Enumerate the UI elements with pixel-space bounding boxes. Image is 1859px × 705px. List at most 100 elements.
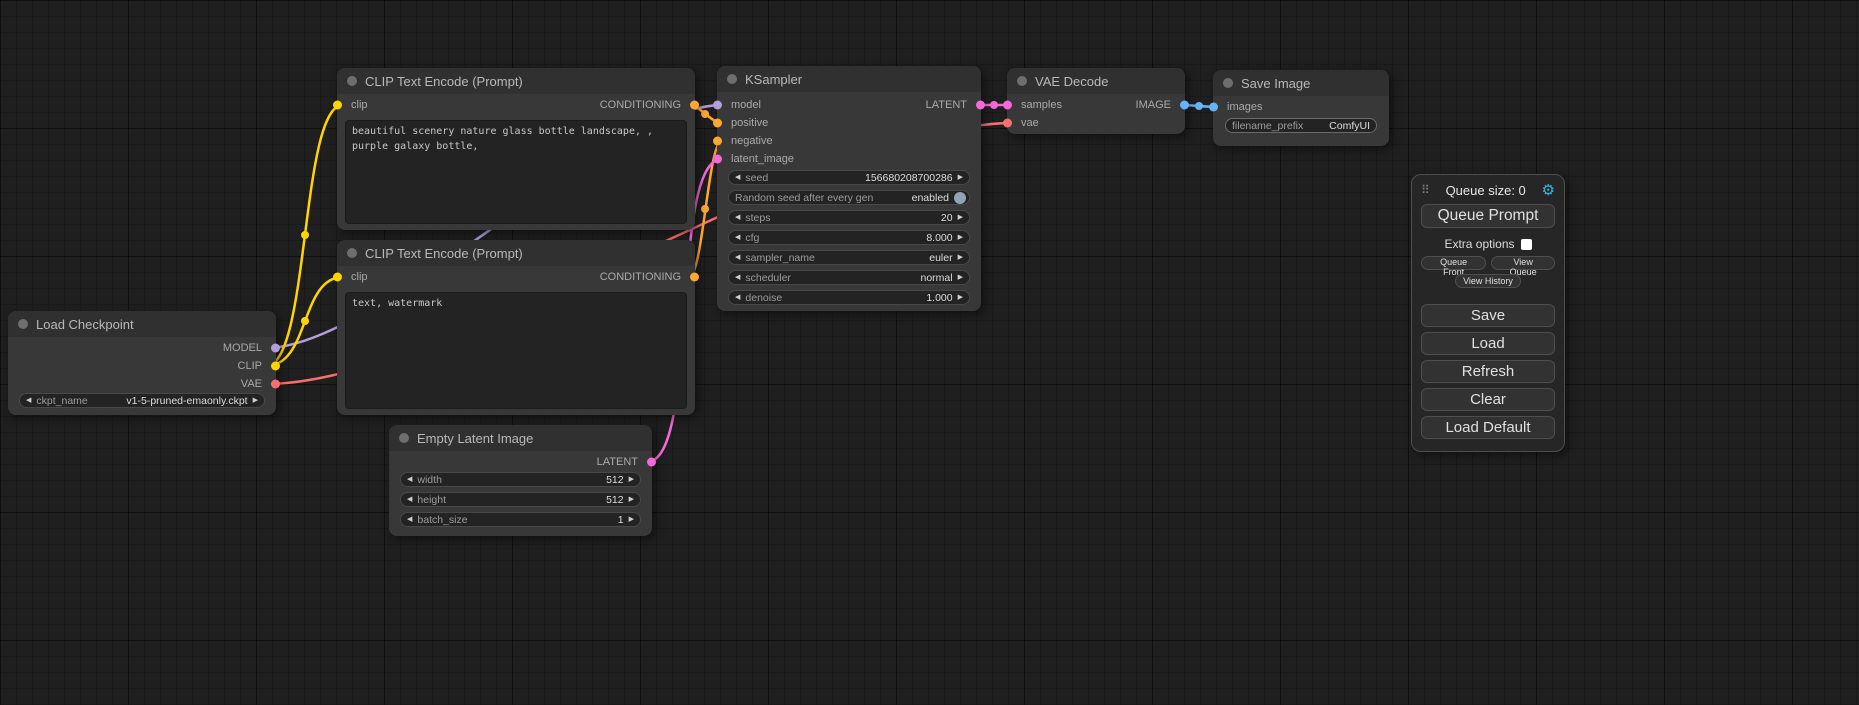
node-title-bar[interactable]: VAE Decode — [1007, 68, 1185, 94]
slot-label-clip: clip — [351, 99, 368, 111]
decrement-icon[interactable]: ◀ — [407, 476, 412, 483]
increment-icon[interactable]: ▶ — [253, 397, 258, 404]
widget-value: 156680208700286 — [865, 172, 953, 184]
collapse-dot-icon[interactable] — [347, 248, 357, 258]
settings-gear-icon[interactable]: ⚙ — [1542, 183, 1555, 198]
latent-output-socket[interactable] — [647, 458, 656, 467]
node-save-image[interactable]: Save Image images filename_prefix ComfyU… — [1213, 70, 1389, 146]
widget-label: batch_size — [417, 514, 467, 526]
decrement-icon[interactable]: ◀ — [735, 254, 740, 261]
conditioning-output-socket[interactable] — [690, 273, 699, 282]
increment-icon[interactable]: ▶ — [629, 516, 634, 523]
vae-output-socket[interactable] — [271, 380, 280, 389]
node-graph-canvas[interactable]: Load Checkpoint MODEL CLIP VAE ◀ ckpt_na… — [0, 0, 1859, 705]
collapse-dot-icon[interactable] — [1223, 78, 1233, 88]
widget-sampler-name[interactable]: ◀ sampler_name euler ▶ — [728, 250, 970, 265]
increment-icon[interactable]: ▶ — [629, 476, 634, 483]
clip-input-socket[interactable] — [333, 101, 342, 110]
increment-icon[interactable]: ▶ — [958, 294, 963, 301]
negative-input-socket[interactable] — [713, 137, 722, 146]
model-output-socket[interactable] — [271, 344, 280, 353]
node-title-bar[interactable]: Save Image — [1213, 70, 1389, 96]
widget-width[interactable]: ◀ width 512 ▶ — [400, 472, 641, 487]
node-clip-text-encode-positive[interactable]: CLIP Text Encode (Prompt) clip CONDITION… — [337, 68, 695, 230]
increment-icon[interactable]: ▶ — [958, 234, 963, 241]
node-title-bar[interactable]: CLIP Text Encode (Prompt) — [337, 240, 695, 266]
widget-value: enabled — [912, 192, 949, 204]
latent-output-socket[interactable] — [976, 101, 985, 110]
widget-filename-prefix[interactable]: filename_prefix ComfyUI — [1225, 118, 1377, 133]
clip-output-socket[interactable] — [271, 362, 280, 371]
increment-icon[interactable]: ▶ — [958, 214, 963, 221]
extra-options-checkbox[interactable] — [1521, 239, 1532, 250]
decrement-icon[interactable]: ◀ — [735, 294, 740, 301]
output-slot-latent: LATENT — [389, 453, 652, 471]
widget-denoise[interactable]: ◀ denoise 1.000 ▶ — [728, 290, 970, 305]
drag-handle-icon[interactable]: ⠿ — [1421, 183, 1430, 197]
decrement-icon[interactable]: ◀ — [735, 274, 740, 281]
decrement-icon[interactable]: ◀ — [735, 214, 740, 221]
latent-image-input-socket[interactable] — [713, 155, 722, 164]
clip-input-socket[interactable] — [333, 273, 342, 282]
collapse-dot-icon[interactable] — [399, 433, 409, 443]
decrement-icon[interactable]: ◀ — [407, 516, 412, 523]
refresh-button[interactable]: Refresh — [1421, 360, 1555, 383]
node-title-bar[interactable]: CLIP Text Encode (Prompt) — [337, 68, 695, 94]
samples-input-socket[interactable] — [1003, 101, 1012, 110]
node-ksampler[interactable]: KSampler model LATENT positive negative … — [717, 66, 981, 311]
load-button[interactable]: Load — [1421, 332, 1555, 355]
node-load-checkpoint[interactable]: Load Checkpoint MODEL CLIP VAE ◀ ckpt_na… — [8, 311, 276, 415]
collapse-dot-icon[interactable] — [18, 319, 28, 329]
node-title-bar[interactable]: Empty Latent Image — [389, 425, 652, 451]
widget-steps[interactable]: ◀ steps 20 ▶ — [728, 210, 970, 225]
node-vae-decode[interactable]: VAE Decode samples IMAGE vae — [1007, 68, 1185, 134]
negative-prompt-textarea[interactable]: text, watermark — [345, 292, 687, 409]
increment-icon[interactable]: ▶ — [958, 254, 963, 261]
image-output-socket[interactable] — [1180, 101, 1189, 110]
node-title-bar[interactable]: Load Checkpoint — [8, 311, 276, 337]
images-input-socket[interactable] — [1209, 103, 1218, 112]
output-slot-model: MODEL — [8, 339, 276, 357]
vae-input-socket[interactable] — [1003, 119, 1012, 128]
load-default-button[interactable]: Load Default — [1421, 416, 1555, 439]
collapse-dot-icon[interactable] — [347, 76, 357, 86]
widget-label: ckpt_name — [36, 395, 87, 407]
widget-cfg[interactable]: ◀ cfg 8.000 ▶ — [728, 230, 970, 245]
queue-prompt-button[interactable]: Queue Prompt — [1421, 204, 1555, 228]
positive-input-socket[interactable] — [713, 119, 722, 128]
increment-icon[interactable]: ▶ — [629, 496, 634, 503]
model-input-socket[interactable] — [713, 101, 722, 110]
decrement-icon[interactable]: ◀ — [735, 234, 740, 241]
widget-seed[interactable]: ◀ seed 156680208700286 ▶ — [728, 170, 970, 185]
node-title: VAE Decode — [1035, 74, 1108, 89]
slot-row: images — [1213, 98, 1389, 116]
toggle-knob-icon[interactable] — [954, 192, 966, 204]
collapse-dot-icon[interactable] — [727, 74, 737, 84]
widget-ckpt-name[interactable]: ◀ ckpt_name v1-5-pruned-emaonly.ckpt ▶ — [19, 393, 265, 408]
node-clip-text-encode-negative[interactable]: CLIP Text Encode (Prompt) clip CONDITION… — [337, 240, 695, 415]
widget-random-seed-toggle[interactable]: Random seed after every gen enabled — [728, 190, 970, 205]
queue-front-button[interactable]: Queue Front — [1421, 256, 1486, 270]
clear-button[interactable]: Clear — [1421, 388, 1555, 411]
collapse-dot-icon[interactable] — [1017, 76, 1027, 86]
slot-row: positive — [717, 114, 981, 132]
widget-value: 8.000 — [926, 232, 952, 244]
wire-dot-cond-negative — [701, 205, 709, 213]
node-title-bar[interactable]: KSampler — [717, 66, 981, 92]
widget-value: 512 — [606, 474, 624, 486]
widget-scheduler[interactable]: ◀ scheduler normal ▶ — [728, 270, 970, 285]
positive-prompt-textarea[interactable]: beautiful scenery nature glass bottle la… — [345, 120, 687, 224]
widget-value: 1 — [618, 514, 624, 526]
node-empty-latent-image[interactable]: Empty Latent Image LATENT ◀ width 512 ▶ … — [389, 425, 652, 536]
decrement-icon[interactable]: ◀ — [407, 496, 412, 503]
increment-icon[interactable]: ▶ — [958, 274, 963, 281]
save-button[interactable]: Save — [1421, 304, 1555, 327]
view-queue-button[interactable]: View Queue — [1491, 256, 1555, 270]
decrement-icon[interactable]: ◀ — [26, 397, 31, 404]
increment-icon[interactable]: ▶ — [958, 174, 963, 181]
conditioning-output-socket[interactable] — [690, 101, 699, 110]
widget-height[interactable]: ◀ height 512 ▶ — [400, 492, 641, 507]
view-history-button[interactable]: View History — [1455, 274, 1521, 288]
widget-batch-size[interactable]: ◀ batch_size 1 ▶ — [400, 512, 641, 527]
decrement-icon[interactable]: ◀ — [735, 174, 740, 181]
